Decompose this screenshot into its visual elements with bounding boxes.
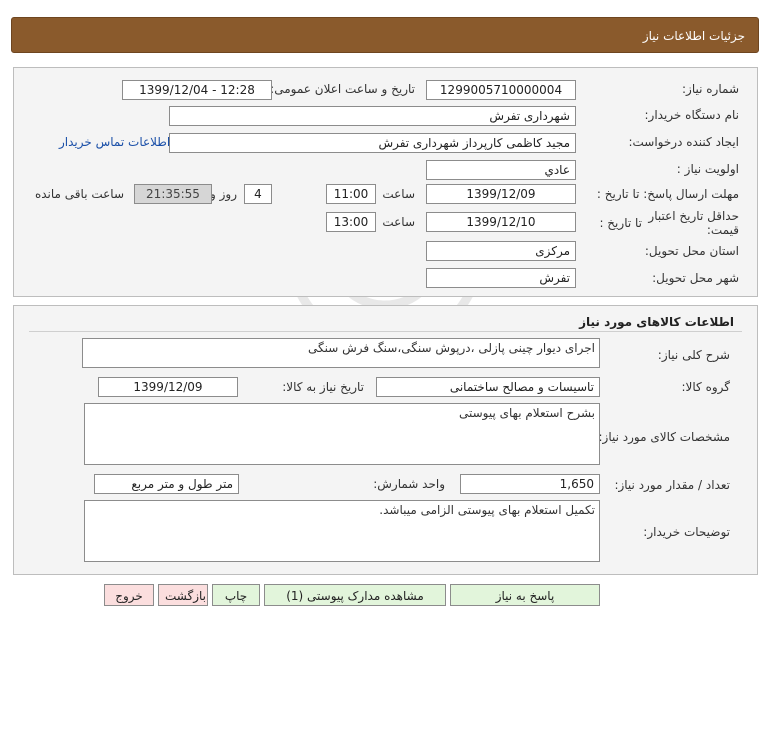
view-attachments-button[interactable]: مشاهده مدارک پیوستی (1) [264,584,446,606]
days-label: روز و [210,187,237,201]
need-number-label: شماره نیاز: [682,82,739,96]
creator-label: ایجاد کننده درخواست: [628,135,739,149]
deadline-time-label: ساعت [382,187,415,201]
price-validity-time-label: ساعت [382,215,415,229]
specs-field: بشرح استعلام بهای پیوستی [84,403,600,465]
deadline-date-field: 1399/12/09 [426,184,576,204]
priority-label: اولویت نیاز : [676,162,739,176]
specs-label: مشخصات کالای مورد نیاز: [598,430,730,444]
quantity-field: 1,650 [460,474,600,494]
announce-datetime-field: 1399/12/04 - 12:28 [122,80,272,100]
back-button[interactable]: بازگشت [158,584,208,606]
deadline-time-field: 11:00 [326,184,376,204]
time-remaining-field: 21:35:55 [134,184,212,204]
description-field: اجرای دیوار چینی پازلی ،درپوش سنگی،سنگ ف… [82,338,600,368]
goods-group-label: گروه کالا: [681,380,731,394]
province-field: مرکزی [426,241,576,261]
buyer-org-label: نام دستگاه خریدار: [644,108,740,122]
page-title: جزئیات اطلاعات نیاز [642,29,745,43]
city-label: شهر محل تحویل: [652,271,739,285]
province-label: استان محل تحویل: [644,244,739,258]
buyer-contact-link[interactable]: اطلاعات تماس خریدار [59,135,170,149]
price-validity-date-field: 1399/12/10 [426,212,576,232]
need-info-panel: شماره نیاز: 1299005710000004 تاریخ و ساع… [13,67,758,297]
goods-group-field: تاسیسات و مصالح ساختمانی [376,377,600,397]
goods-info-panel: اطلاعات کالاهای مورد نیاز شرح کلی نیاز: … [13,305,758,575]
remaining-label: ساعت باقی مانده [34,187,124,201]
buyer-notes-label: توضیحات خریدار: [643,525,730,539]
price-validity-until-label: تا تاریخ : [599,216,642,230]
price-validity-label: حداقل تاریخ اعتبار قیمت: [648,209,739,237]
print-button[interactable]: چاپ [212,584,260,606]
page-header: جزئیات اطلاعات نیاز [11,17,759,53]
days-remaining-field: 4 [244,184,272,204]
city-field: تفرش [426,268,576,288]
priority-field: عادي [426,160,576,180]
quantity-label: تعداد / مقدار مورد نیاز: [614,478,730,492]
announce-label: تاریخ و ساعت اعلان عمومی: [270,82,415,96]
section-divider [29,331,742,332]
buyer-notes-field: تکمیل استعلام بهای پیوستی الزامی میباشد. [84,500,600,562]
goods-section-title: اطلاعات کالاهای مورد نیاز [579,315,734,329]
unit-label: واحد شمارش: [373,477,445,491]
need-number-field: 1299005710000004 [426,80,576,100]
creator-field: مجید کاظمی کارپرداز شهرداری تفرش [169,133,576,153]
respond-button[interactable]: پاسخ به نیاز [450,584,600,606]
deadline-label: مهلت ارسال پاسخ: تا تاریخ : [596,187,739,201]
price-validity-time-field: 13:00 [326,212,376,232]
exit-button[interactable]: خروج [104,584,154,606]
unit-field: متر طول و متر مربع [94,474,239,494]
buyer-org-field: شهرداری تفرش [169,106,576,126]
need-date-label: تاریخ نیاز به کالا: [282,380,364,394]
need-date-field: 1399/12/09 [98,377,238,397]
description-label: شرح کلی نیاز: [657,348,730,362]
